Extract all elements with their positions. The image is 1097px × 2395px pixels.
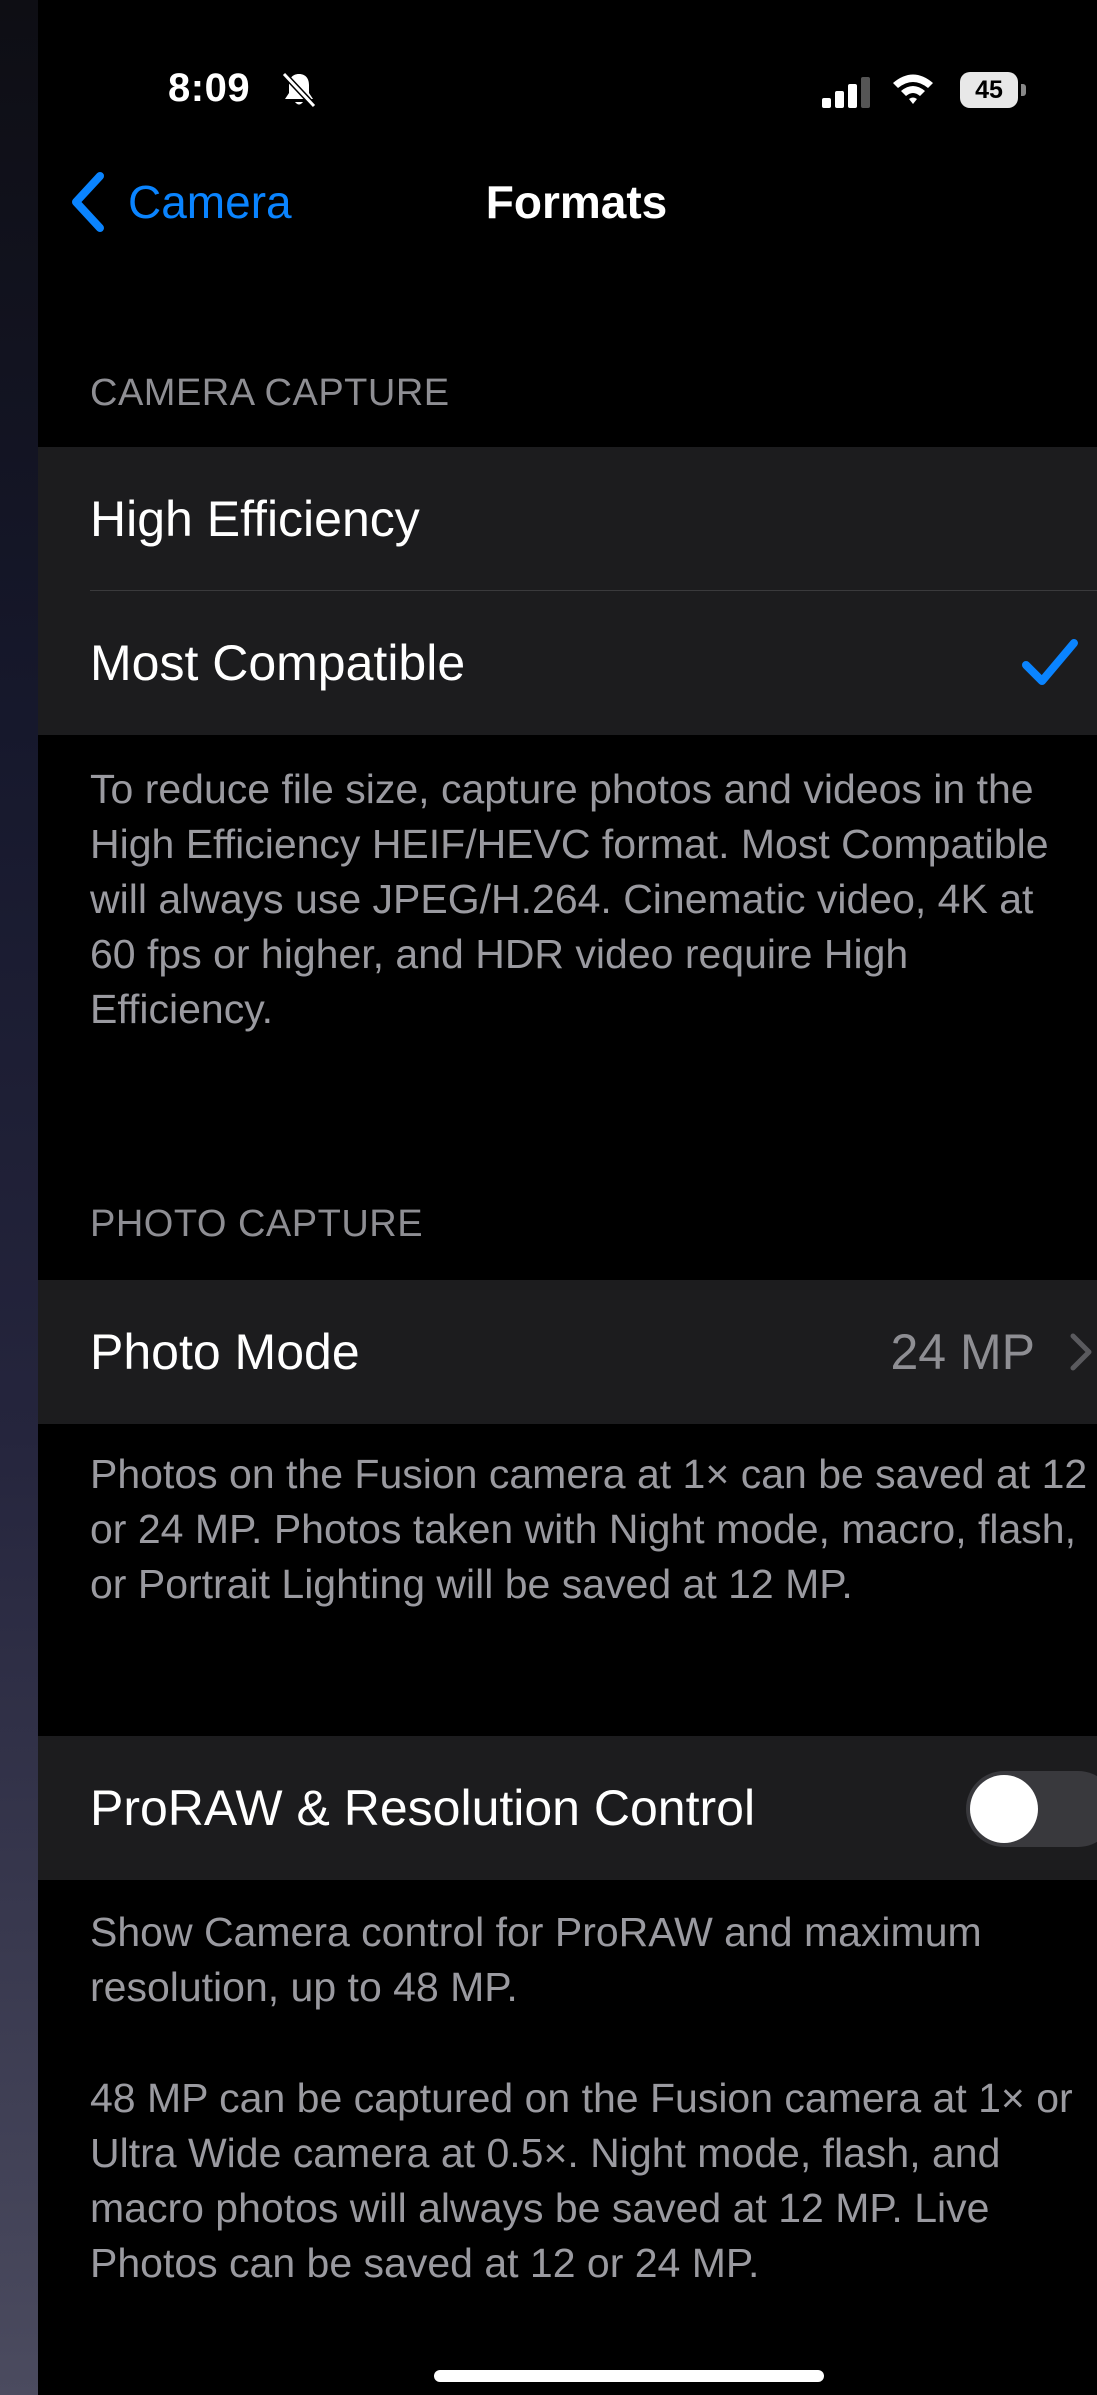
camera-capture-footer: To reduce file size, capture photos and … bbox=[90, 766, 1049, 1032]
proraw-footer-description: Show Camera control for ProRAW and maxim… bbox=[90, 1909, 982, 2010]
photo-mode-label: Photo Mode bbox=[90, 1324, 360, 1380]
proraw-toggle[interactable] bbox=[966, 1771, 1097, 1847]
toggle-knob bbox=[970, 1775, 1038, 1843]
photo-capture-group: Photo Mode 24 MP bbox=[38, 1280, 1097, 1424]
battery-cap bbox=[1021, 84, 1026, 96]
cellular-signal-icon bbox=[822, 77, 870, 108]
photo-mode-row[interactable]: Photo Mode 24 MP bbox=[38, 1280, 1097, 1424]
proraw-footer-details: 48 MP can be captured on the Fusion came… bbox=[90, 2075, 1073, 2286]
option-high-efficiency[interactable]: High Efficiency bbox=[38, 447, 1097, 591]
section-header-photo-capture: PHOTO CAPTURE bbox=[90, 1203, 424, 1245]
option-label: Most Compatible bbox=[90, 635, 466, 691]
proraw-label: ProRAW & Resolution Control bbox=[90, 1780, 756, 1836]
home-indicator[interactable] bbox=[434, 2370, 824, 2382]
status-time: 8:09 bbox=[168, 66, 251, 110]
battery-icon: 45 bbox=[960, 72, 1026, 108]
chevron-right-icon bbox=[1070, 1333, 1092, 1371]
section-header-camera-capture: CAMERA CAPTURE bbox=[90, 372, 450, 414]
formats-page: 8:09 45 Camera Formats CAMERA CAPTURE Hi… bbox=[38, 0, 1097, 2395]
checkmark-icon bbox=[1022, 639, 1078, 685]
proraw-row: ProRAW & Resolution Control bbox=[38, 1736, 1097, 1880]
camera-capture-group: High Efficiency Most Compatible bbox=[38, 447, 1097, 735]
page-title: Formats bbox=[485, 176, 668, 228]
option-label: High Efficiency bbox=[90, 491, 420, 547]
photo-capture-footer: Photos on the Fusion camera at 1× can be… bbox=[90, 1451, 1088, 1607]
option-most-compatible[interactable]: Most Compatible bbox=[38, 591, 1097, 735]
battery-level: 45 bbox=[960, 72, 1018, 108]
background-strip bbox=[0, 0, 38, 2395]
photo-mode-value: 24 MP bbox=[890, 1324, 1035, 1380]
bell-slash-icon bbox=[281, 71, 317, 109]
proraw-group: ProRAW & Resolution Control bbox=[38, 1736, 1097, 1880]
wifi-icon bbox=[893, 74, 933, 104]
settings-screen: 8:09 45 Camera Formats CAMERA CAPTURE Hi… bbox=[0, 0, 1097, 2395]
